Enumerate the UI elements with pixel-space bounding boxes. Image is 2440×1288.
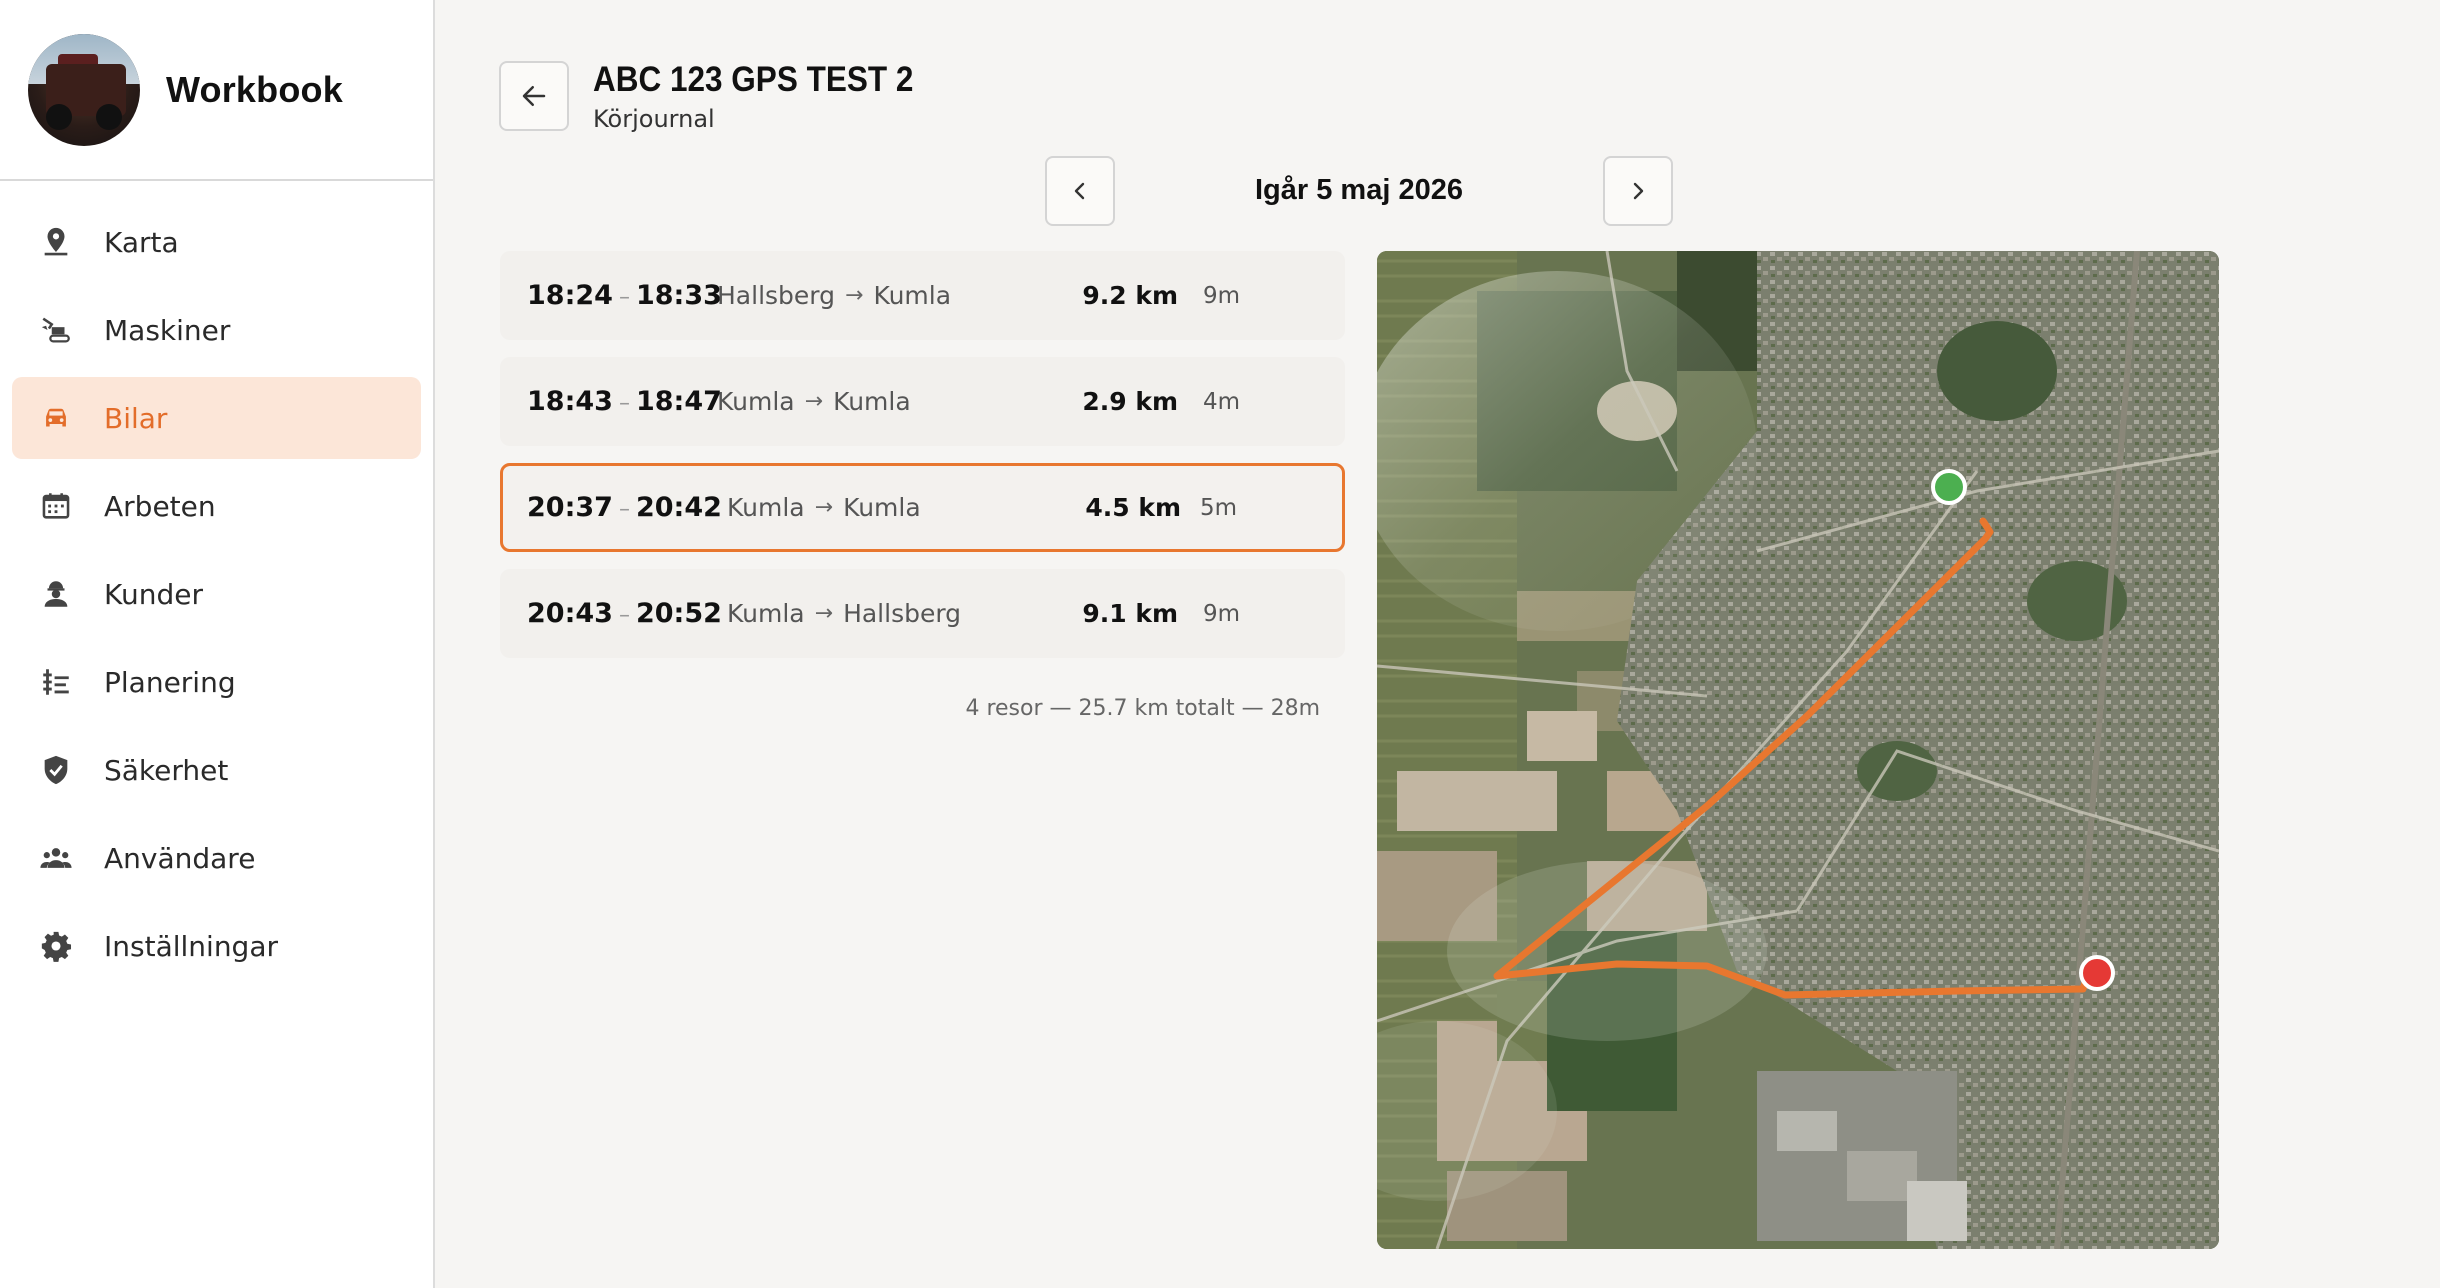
- car-icon: [38, 400, 74, 436]
- sidebar-item-label: Planering: [104, 665, 236, 699]
- trip-distance: 2.9 km: [1082, 387, 1178, 416]
- trip-to: Kumla: [833, 387, 911, 416]
- planning-icon: [38, 664, 74, 700]
- trip-time: 18:43–18:47: [527, 386, 722, 417]
- sidebar-nav: Karta Maskiner Bilar Arbeten Kunder Plan…: [0, 181, 433, 987]
- trip-from: Kumla: [727, 493, 805, 522]
- trip-route: Hallsberg → Kumla: [717, 281, 951, 310]
- trip-start-time: 18:24: [527, 280, 613, 311]
- previous-day-button[interactable]: [1045, 156, 1115, 226]
- trip-distance: 4.5 km: [1085, 493, 1181, 522]
- trip-to: Hallsberg: [843, 599, 962, 628]
- trip-from: Kumla: [717, 387, 795, 416]
- route-map[interactable]: [1377, 251, 2219, 1249]
- sidebar-item-label: Maskiner: [104, 313, 231, 347]
- sidebar-item-label: Inställningar: [104, 929, 279, 963]
- gear-icon: [38, 928, 74, 964]
- back-button[interactable]: [499, 61, 569, 131]
- trip-route: Kumla → Kumla: [727, 493, 921, 522]
- trip-row[interactable]: 18:43–18:47 Kumla → Kumla 2.9 km 4m: [500, 357, 1345, 446]
- sidebar-item-sakerhet[interactable]: Säkerhet: [12, 729, 421, 811]
- page-title: ABC 123 GPS TEST 2: [593, 60, 914, 99]
- page-subtitle: Körjournal: [593, 105, 715, 133]
- sidebar-item-kunder[interactable]: Kunder: [12, 553, 421, 635]
- trip-time: 18:24–18:33: [527, 280, 722, 311]
- sidebar-item-planering[interactable]: Planering: [12, 641, 421, 723]
- trip-row[interactable]: 18:24–18:33 Hallsberg → Kumla 9.2 km 9m: [500, 251, 1345, 340]
- calendar-icon: [38, 488, 74, 524]
- map-pin-icon: [38, 224, 74, 260]
- shield-check-icon: [38, 752, 74, 788]
- sidebar-item-anvandare[interactable]: Användare: [12, 817, 421, 899]
- map-canvas: [1377, 251, 2219, 1249]
- trip-duration: 9m: [1203, 600, 1241, 627]
- arrow-left-icon: [522, 86, 546, 106]
- sidebar-item-label: Arbeten: [104, 489, 216, 523]
- trip-duration: 4m: [1203, 388, 1241, 415]
- trip-start-time: 18:43: [527, 386, 613, 417]
- sidebar-item-label: Användare: [104, 841, 256, 875]
- trip-duration: 5m: [1200, 494, 1238, 521]
- trip-summary: 4 resor — 25.7 km totalt — 28m: [965, 696, 1320, 721]
- sidebar-item-maskiner[interactable]: Maskiner: [12, 289, 421, 371]
- next-day-button[interactable]: [1603, 156, 1673, 226]
- trip-row-selected[interactable]: 20:37–20:42 Kumla → Kumla 4.5 km 5m: [500, 463, 1345, 552]
- arrow-right-icon: →: [814, 601, 834, 626]
- trip-time: 20:43–20:52: [527, 598, 722, 629]
- trip-start-time: 20:37: [527, 492, 613, 523]
- trip-end-time: 18:33: [635, 280, 722, 311]
- chevron-right-icon: [1633, 182, 1644, 200]
- trip-list: 18:24–18:33 Hallsberg → Kumla 9.2 km 9m 18…: [500, 251, 1345, 675]
- trip-end-time: 18:47: [635, 386, 722, 417]
- trip-from: Kumla: [727, 599, 805, 628]
- trip-to: Kumla: [843, 493, 921, 522]
- avatar: [28, 33, 140, 146]
- arrow-right-icon: →: [814, 495, 834, 520]
- trip-distance: 9.2 km: [1082, 281, 1178, 310]
- sidebar-item-installningar[interactable]: Inställningar: [12, 905, 421, 987]
- sidebar-item-label: Bilar: [104, 401, 168, 435]
- sidebar-item-label: Säkerhet: [104, 753, 229, 787]
- sidebar-item-bilar[interactable]: Bilar: [12, 377, 421, 459]
- worker-icon: [38, 576, 74, 612]
- trip-duration: 9m: [1203, 282, 1241, 309]
- trip-end-time: 20:52: [635, 598, 722, 629]
- date-label: Igår 5 maj 2026: [1255, 174, 1463, 206]
- end-marker[interactable]: [2079, 955, 2115, 991]
- users-icon: [38, 840, 74, 876]
- trip-from: Hallsberg: [717, 281, 835, 310]
- trip-route: Kumla → Kumla: [717, 387, 911, 416]
- trip-to: Kumla: [873, 281, 952, 310]
- arrow-right-icon: →: [845, 283, 864, 308]
- brand-name: Workbook: [166, 68, 343, 110]
- arrow-right-icon: →: [804, 389, 824, 414]
- sidebar-item-arbeten[interactable]: Arbeten: [12, 465, 421, 547]
- trip-end-time: 20:42: [635, 492, 722, 523]
- start-marker[interactable]: [1931, 469, 1967, 505]
- trip-row[interactable]: 20:43–20:52 Kumla → Hallsberg 9.1 km 9m: [500, 569, 1345, 658]
- excavator-icon: [38, 312, 74, 348]
- trip-distance: 9.1 km: [1082, 599, 1178, 628]
- trip-time: 20:37–20:42: [527, 492, 722, 523]
- sidebar: Workbook Karta Maskiner Bilar Arbeten Ku…: [0, 0, 435, 1288]
- chevron-left-icon: [1074, 182, 1085, 200]
- sidebar-item-label: Karta: [104, 225, 179, 259]
- brand: Workbook: [0, 0, 433, 181]
- sidebar-item-label: Kunder: [104, 577, 203, 611]
- trip-route: Kumla → Hallsberg: [727, 599, 961, 628]
- trip-start-time: 20:43: [527, 598, 613, 629]
- sidebar-item-karta[interactable]: Karta: [12, 201, 421, 283]
